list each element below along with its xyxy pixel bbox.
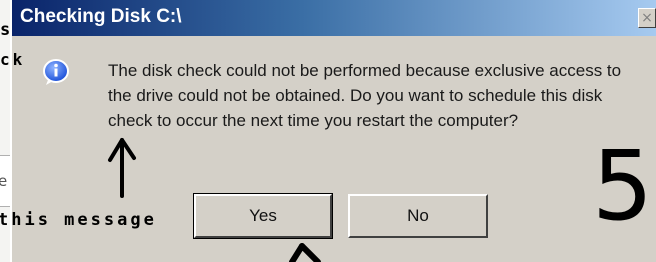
step-number-annotation: 5 [592, 130, 654, 242]
annotation-this-message: this message [0, 210, 157, 230]
no-button[interactable]: No [348, 194, 488, 238]
window-title: Checking Disk C:\ [20, 6, 182, 27]
annotation-letter-s: s [0, 20, 14, 40]
dialog-message: The disk check could not be performed be… [108, 61, 622, 130]
info-icon [43, 59, 69, 85]
close-icon: × [641, 10, 653, 26]
annotation-letters-ck: ck [0, 50, 26, 69]
close-button[interactable]: × [638, 8, 656, 28]
yes-button[interactable]: Yes [193, 193, 333, 239]
background-window-text: e [0, 172, 7, 190]
title-bar[interactable]: Checking Disk C:\ × [12, 0, 656, 36]
